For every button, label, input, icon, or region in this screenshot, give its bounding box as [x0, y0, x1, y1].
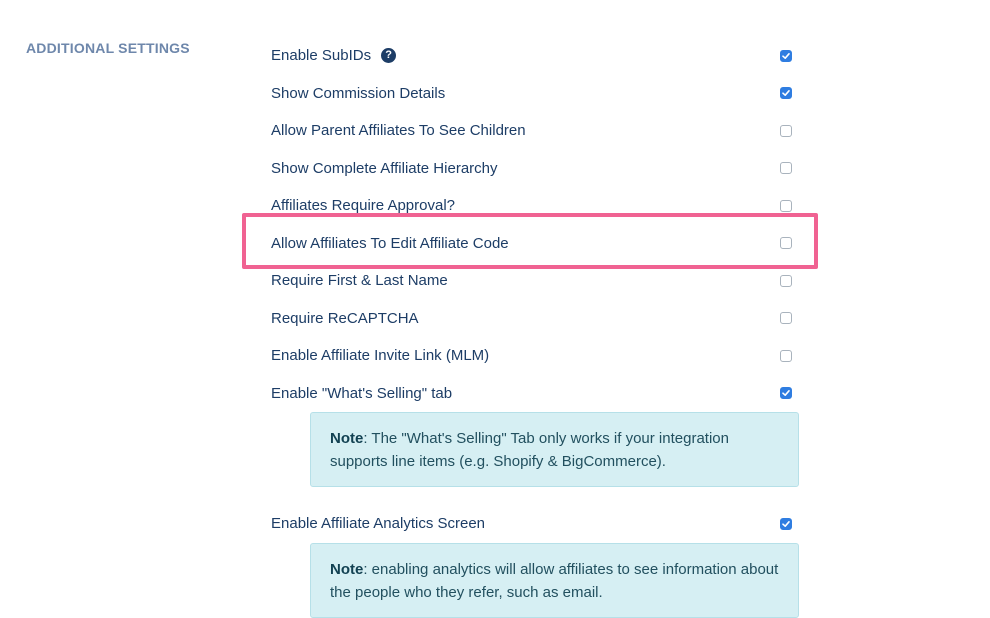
setting-row-enable-subids: Enable SubIDs ?	[271, 37, 801, 75]
checkbox-require-approval[interactable]	[780, 199, 792, 212]
setting-label: Require ReCAPTCHA	[271, 309, 419, 327]
setting-label: Show Commission Details	[271, 84, 446, 102]
note-strong: Note	[330, 560, 364, 578]
note-strong: Note	[330, 430, 364, 447]
checkbox-whats-selling[interactable]	[780, 387, 792, 400]
checkbox-require-recaptcha[interactable]	[780, 312, 792, 325]
setting-row-require-name: Require First & Last Name	[271, 262, 801, 300]
setting-label: Require First & Last Name	[271, 272, 448, 290]
checkbox-require-name[interactable]	[780, 274, 792, 287]
checkmark-icon	[782, 90, 790, 97]
setting-row-complete-hierarchy: Show Complete Affiliate Hierarchy	[271, 150, 801, 188]
settings-list: Enable SubIDs ? Show Commission Details …	[271, 37, 801, 618]
setting-row-show-commission-details: Show Commission Details	[271, 75, 801, 113]
setting-label: Enable Affiliate Invite Link (MLM)	[271, 347, 490, 365]
note-analytics: Note: enabling analytics will allow affi…	[310, 542, 799, 618]
note-text: : enabling analytics will allow affiliat…	[330, 560, 779, 601]
setting-label: Show Complete Affiliate Hierarchy	[271, 159, 498, 177]
section-title: ADDITIONAL SETTINGS	[26, 40, 190, 56]
checkmark-icon	[782, 52, 790, 59]
checkmark-icon	[782, 390, 790, 397]
checkbox-invite-link[interactable]	[780, 349, 792, 362]
checkbox-analytics-screen[interactable]	[780, 517, 792, 530]
question-circle-icon[interactable]: ?	[381, 48, 397, 64]
checkbox-parent-see-children[interactable]	[780, 124, 792, 137]
setting-row-analytics-screen: Enable Affiliate Analytics Screen	[271, 505, 801, 543]
checkmark-icon	[782, 520, 790, 527]
setting-row-require-recaptcha: Require ReCAPTCHA	[271, 300, 801, 338]
checkbox-edit-affiliate-code[interactable]	[780, 237, 792, 250]
setting-label: Affiliates Require Approval?	[271, 197, 455, 215]
setting-label: Enable SubIDs	[271, 47, 372, 65]
note-text: : The "What's Selling" Tab only works if…	[330, 430, 729, 470]
setting-row-whats-selling: Enable "What's Selling" tab	[271, 375, 801, 413]
setting-label: Enable "What's Selling" tab	[271, 384, 453, 402]
setting-row-require-approval: Affiliates Require Approval?	[271, 187, 801, 225]
setting-label: Allow Affiliates To Edit Affiliate Code	[271, 234, 509, 252]
checkbox-complete-hierarchy[interactable]	[780, 162, 792, 175]
checkbox-show-commission-details[interactable]	[780, 87, 792, 100]
setting-row-invite-link: Enable Affiliate Invite Link (MLM)	[271, 337, 801, 375]
setting-row-parent-see-children: Allow Parent Affiliates To See Children	[271, 112, 801, 150]
setting-label: Enable Affiliate Analytics Screen	[271, 515, 486, 533]
note-whats-selling: Note: The "What's Selling" Tab only work…	[310, 412, 799, 487]
setting-row-edit-affiliate-code: Allow Affiliates To Edit Affiliate Code	[271, 225, 801, 263]
setting-label: Allow Parent Affiliates To See Children	[271, 122, 526, 140]
checkbox-enable-subids[interactable]	[780, 49, 792, 62]
